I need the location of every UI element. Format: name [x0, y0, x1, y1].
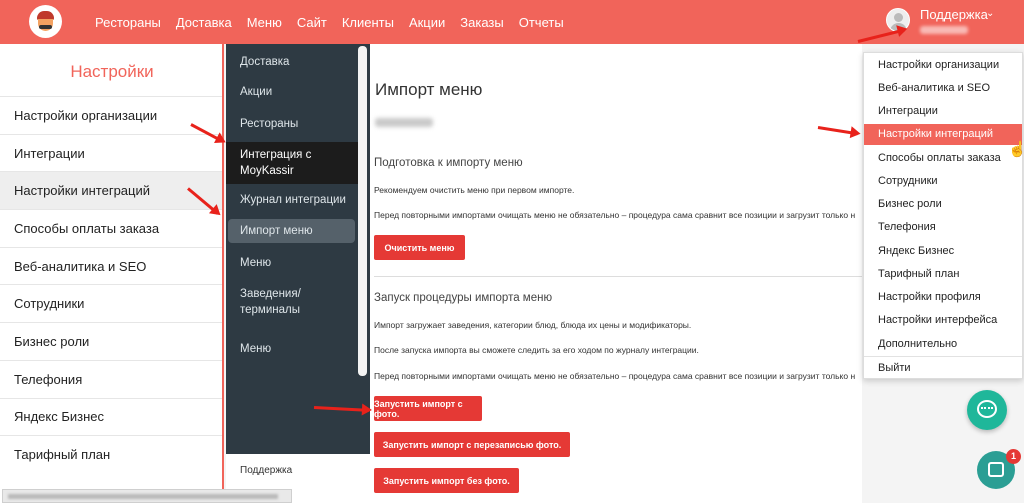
submenu-item-moykassir[interactable]: Интеграция с MoyKassir — [226, 142, 360, 184]
section-import-text1: Импорт загружает заведения, категории бл… — [374, 320, 692, 330]
dropdown-item-tariff[interactable]: Тарифный план — [864, 264, 1022, 285]
dropdown-item-profile[interactable]: Настройки профиля — [864, 287, 1022, 308]
nav-item-promos[interactable]: Акции — [409, 15, 445, 30]
dropdown-item-integration-settings[interactable]: Настройки интеграций — [864, 124, 1022, 145]
settings-item-yandex-business[interactable]: Яндекс Бизнес — [0, 397, 222, 436]
page-title: Импорт меню — [375, 80, 483, 99]
settings-item-telephony[interactable]: Телефония — [0, 359, 222, 398]
submenu-item-restaurants[interactable]: Рестораны — [226, 116, 357, 132]
user-name[interactable]: Поддержка — [920, 7, 988, 22]
nav-item-menu[interactable]: Меню — [247, 15, 282, 30]
dropdown-item-logout[interactable]: Выйти — [864, 358, 1022, 379]
mascot-logo-icon[interactable] — [29, 5, 62, 38]
settings-panel: Настройки Настройки организации Интеграц… — [0, 44, 224, 503]
nav-item-restaurants[interactable]: Рестораны — [95, 15, 161, 30]
section-import-text2: После запуска импорта вы сможете следить… — [374, 345, 699, 355]
settings-title: Настройки — [70, 62, 154, 81]
nav-item-orders[interactable]: Заказы — [460, 15, 503, 30]
settings-item-web-analytics[interactable]: Веб-аналитика и SEO — [0, 246, 222, 285]
notification-badge: 1 — [1006, 449, 1021, 464]
dropdown-item-payment-methods[interactable]: Способы оплаты заказа — [864, 148, 1022, 169]
chat-bubble-icon[interactable] — [967, 390, 1007, 430]
submenu-item-menu-import[interactable]: Импорт меню — [228, 219, 355, 243]
status-url-blurred — [2, 489, 292, 503]
dropdown-item-integrations[interactable]: Интеграции — [864, 101, 1022, 122]
settings-item-payment-methods[interactable]: Способы оплаты заказа — [0, 209, 222, 247]
dropdown-item-telephony[interactable]: Телефония — [864, 217, 1022, 238]
nav-item-reports[interactable]: Отчеты — [519, 15, 564, 30]
settings-item-integrations[interactable]: Интеграции — [0, 133, 222, 172]
main-content: Импорт меню Подготовка к импорту меню Ре… — [370, 44, 862, 503]
nav-item-site[interactable]: Сайт — [297, 15, 327, 30]
import-no-photo-button[interactable]: Запустить импорт без фото. — [374, 468, 519, 493]
user-subtitle-blurred — [920, 26, 968, 34]
section-import-text3: Перед повторными импортами очищать меню … — [374, 371, 856, 381]
nav-item-clients[interactable]: Клиенты — [342, 15, 394, 30]
dropdown-item-web-analytics[interactable]: Веб-аналитика и SEO — [864, 78, 1022, 99]
dropdown-item-business-roles[interactable]: Бизнес роли — [864, 194, 1022, 215]
settings-item-business-roles[interactable]: Бизнес роли — [0, 322, 222, 360]
section-prepare-text1: Рекомендуем очистить меню при первом имп… — [374, 185, 575, 195]
dropdown-item-organization[interactable]: Настройки организации — [864, 55, 1022, 76]
hand-pointer-icon: ☝ — [1008, 141, 1024, 158]
submenu-scrollbar[interactable] — [358, 46, 367, 376]
dropdown-divider — [864, 356, 1022, 357]
dropdown-item-employees[interactable]: Сотрудники — [864, 171, 1022, 192]
clear-menu-button[interactable]: Очистить меню — [374, 235, 465, 260]
user-dropdown-menu: Настройки организации Веб-аналитика и SE… — [863, 52, 1023, 379]
settings-list: Настройки организации Интеграции Настрой… — [0, 96, 222, 473]
settings-item-employees[interactable]: Сотрудники — [0, 284, 222, 322]
submenu-item-promos[interactable]: Акции — [226, 84, 357, 100]
import-with-photo-button[interactable]: Запустить импорт с фото. — [374, 396, 482, 421]
settings-item-tariff[interactable]: Тарифный план — [0, 435, 222, 473]
submenu-item-delivery[interactable]: Доставка — [226, 54, 357, 70]
dropdown-item-additional[interactable]: Дополнительно — [864, 334, 1022, 355]
blurred-subtitle — [375, 118, 433, 127]
submenu-item-venues[interactable]: Заведения/ терминалы — [226, 286, 316, 318]
section-import-title: Запуск процедуры импорта меню — [374, 292, 553, 304]
chevron-down-icon[interactable]: ⌄ — [986, 8, 994, 19]
section-divider — [374, 276, 862, 277]
main-nav: Рестораны Доставка Меню Сайт Клиенты Акц… — [95, 0, 579, 44]
section-prepare-title: Подготовка к импорту меню — [374, 157, 523, 169]
import-overwrite-photo-button[interactable]: Запустить импорт с перезаписью фото. — [374, 432, 570, 457]
dropdown-item-yandex-business[interactable]: Яндекс Бизнес — [864, 241, 1022, 262]
nav-item-delivery[interactable]: Доставка — [176, 15, 232, 30]
section-prepare-text2: Перед повторными импортами очищать меню … — [374, 210, 856, 220]
submenu-item-menu[interactable]: Меню — [226, 255, 357, 271]
dropdown-item-interface[interactable]: Настройки интерфейса — [864, 310, 1022, 331]
support-link[interactable]: Поддержка — [240, 465, 292, 476]
settings-item-organization[interactable]: Настройки организации — [0, 96, 222, 134]
submenu-item-integration-log[interactable]: Журнал интеграции — [226, 192, 357, 208]
integration-submenu: Доставка Акции Рестораны Интеграция с Mo… — [226, 44, 370, 454]
submenu-item-menu-2[interactable]: Меню — [226, 341, 357, 357]
